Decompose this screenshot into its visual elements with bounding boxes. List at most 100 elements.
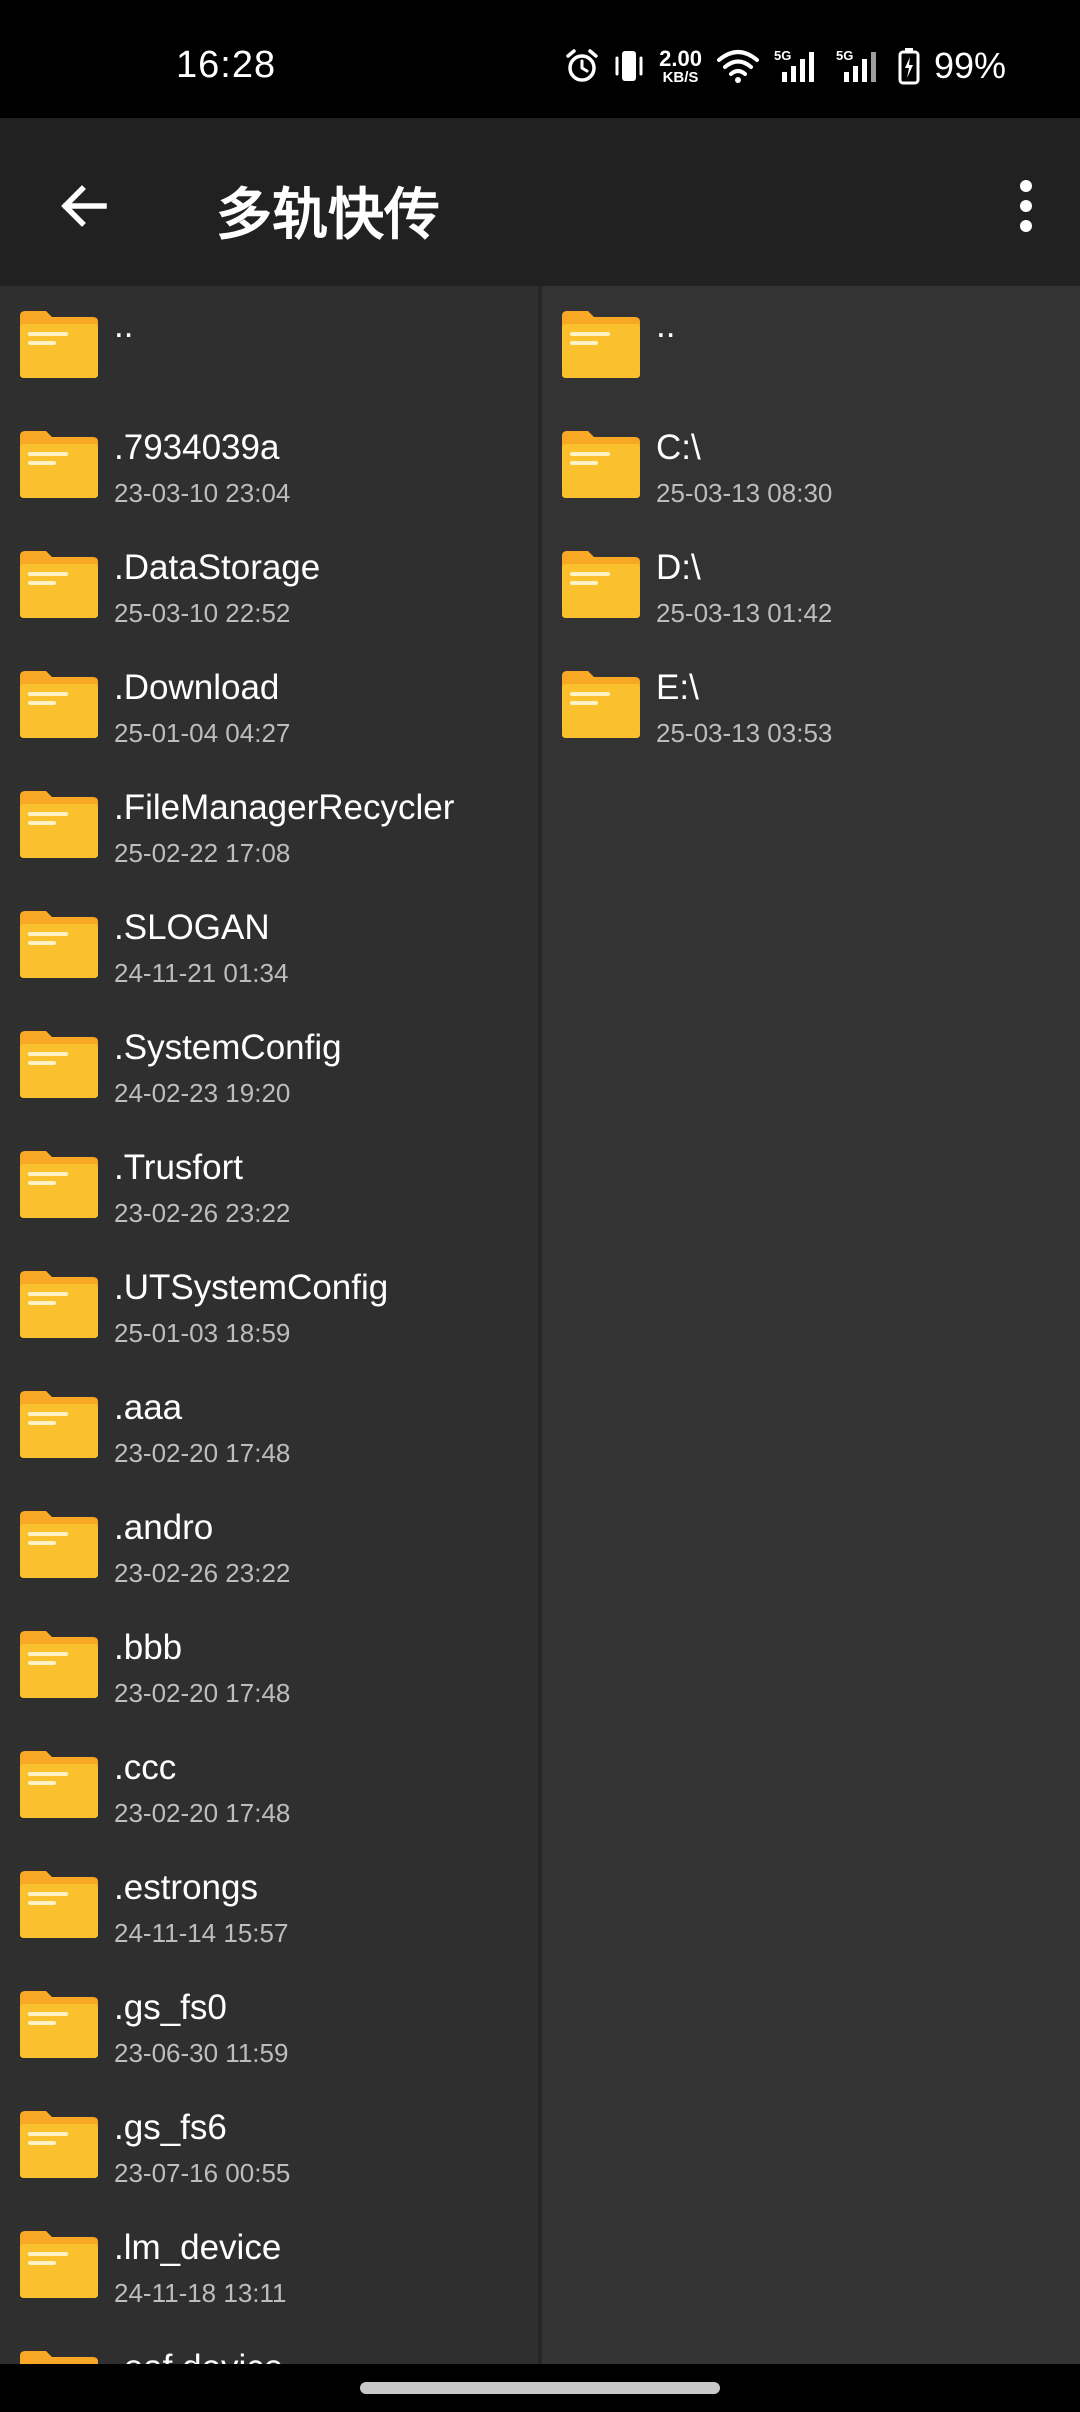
left-file-pane[interactable]: .. .7934039a 23-03-10 23:04 .DataStorage… <box>0 286 540 2364</box>
file-name: C:\ <box>656 428 701 467</box>
wifi-icon <box>716 48 760 84</box>
left-file-list: .. .7934039a 23-03-10 23:04 .DataStorage… <box>0 286 540 2364</box>
file-date: 23-02-20 17:48 <box>114 1438 291 1468</box>
file-name: .bbb <box>114 1628 183 1667</box>
file-list-item[interactable]: .SLOGAN 24-11-21 01:34 <box>0 886 540 1006</box>
file-date: 23-03-10 23:04 <box>114 478 291 508</box>
file-list-item[interactable]: .. <box>542 286 1080 406</box>
folder-icon <box>20 911 98 978</box>
navigation-bar <box>0 2364 1080 2412</box>
file-date: 25-03-13 01:42 <box>656 598 833 628</box>
file-name: .SLOGAN <box>114 908 270 947</box>
file-list-item[interactable]: .UTSystemConfig 25-01-03 18:59 <box>0 1246 540 1366</box>
file-list-item[interactable]: .andro 23-02-26 23:22 <box>0 1486 540 1606</box>
battery-charging-icon <box>898 47 920 85</box>
file-list-item[interactable]: .bbb 23-02-20 17:48 <box>0 1606 540 1726</box>
file-name: .andro <box>114 1508 214 1547</box>
folder-icon <box>562 551 640 618</box>
file-name: .. <box>656 306 676 345</box>
file-name: .. <box>114 306 134 345</box>
file-name: .7934039a <box>114 428 280 467</box>
file-list-item[interactable]: .DataStorage 25-03-10 22:52 <box>0 526 540 646</box>
more-vertical-icon <box>1020 180 1032 232</box>
file-date: 23-02-20 17:48 <box>114 1678 291 1708</box>
file-list-item[interactable]: .ccc 23-02-20 17:48 <box>0 1726 540 1846</box>
right-file-pane[interactable]: .. C:\ 25-03-13 08:30 D:\ 25-03-13 01:42… <box>542 286 1080 2364</box>
file-name: .lm_device <box>114 2228 282 2267</box>
file-name: .DataStorage <box>114 548 321 587</box>
folder-icon <box>20 2351 98 2364</box>
file-name: .aaa <box>114 1388 183 1427</box>
file-date: 23-02-20 17:48 <box>114 1798 291 1828</box>
file-list-item[interactable]: .. <box>0 286 540 406</box>
status-bar: 16:28 2.00 KB/S 5G 5G 99% <box>0 0 1080 118</box>
network-speed: 2.00 KB/S <box>659 45 702 85</box>
file-list-item[interactable]: .estrongs 24-11-14 15:57 <box>0 1846 540 1966</box>
svg-text:5G: 5G <box>774 48 791 63</box>
file-date: 25-01-03 18:59 <box>114 1318 291 1348</box>
file-date: 25-02-22 17:08 <box>114 838 291 868</box>
file-name: .UTSystemConfig <box>114 1268 389 1307</box>
folder-icon <box>20 551 98 618</box>
file-name: D:\ <box>656 548 701 587</box>
folder-icon <box>562 311 640 378</box>
right-file-list: .. C:\ 25-03-13 08:30 D:\ 25-03-13 01:42… <box>542 286 1080 766</box>
folder-icon <box>20 1631 98 1698</box>
app-bar: 多轨快传 <box>0 118 1080 286</box>
signal-icon: 5G <box>774 48 822 84</box>
file-list-item[interactable]: .gs_fs0 23-06-30 11:59 <box>0 1966 540 2086</box>
file-date: 24-11-14 15:57 <box>114 1918 289 1948</box>
folder-icon <box>20 1151 98 1218</box>
file-name: .Trusfort <box>114 1148 243 1187</box>
file-name: .Download <box>114 668 280 707</box>
file-date: 23-07-16 00:55 <box>114 2158 291 2188</box>
svg-text:5G: 5G <box>836 48 853 63</box>
file-date: 24-11-21 01:34 <box>114 958 289 988</box>
page-title: 多轨快传 <box>216 183 440 248</box>
folder-icon <box>20 1391 98 1458</box>
status-icons: 2.00 KB/S 5G 5G 99% <box>565 44 1006 88</box>
file-list-item[interactable]: .Trusfort 23-02-26 23:22 <box>0 1126 540 1246</box>
file-list-item[interactable]: D:\ 25-03-13 01:42 <box>542 526 1080 646</box>
file-name: .ccc <box>114 1748 177 1787</box>
folder-icon <box>20 1751 98 1818</box>
alarm-icon <box>565 48 599 84</box>
file-list-item[interactable]: .Download 25-01-04 04:27 <box>0 646 540 766</box>
home-gesture-handle[interactable] <box>360 2382 720 2394</box>
file-date: 25-03-10 22:52 <box>114 598 291 628</box>
file-list-item[interactable]: .aaa 23-02-20 17:48 <box>0 1366 540 1486</box>
folder-icon <box>20 311 98 378</box>
file-date: 23-02-26 23:22 <box>114 1198 291 1228</box>
status-time: 16:28 <box>176 44 277 86</box>
file-date: 23-06-30 11:59 <box>114 2038 289 2068</box>
file-list-item[interactable]: .FileManagerRecycler 25-02-22 17:08 <box>0 766 540 886</box>
file-date: 25-03-13 08:30 <box>656 478 833 508</box>
file-name: .gs_fs0 <box>114 1988 227 2027</box>
file-date: 25-01-04 04:27 <box>114 718 291 748</box>
speed-value: 2.00 <box>659 45 702 71</box>
file-name: .SystemConfig <box>114 1028 342 1067</box>
overflow-menu-button[interactable] <box>994 164 1058 248</box>
arrow-left-icon <box>61 185 107 227</box>
file-list-item[interactable]: .oaf device <box>0 2326 540 2364</box>
folder-icon <box>20 1031 98 1098</box>
vibrate-icon <box>613 48 645 84</box>
folder-icon <box>20 1271 98 1338</box>
file-list-item[interactable]: C:\ 25-03-13 08:30 <box>542 406 1080 526</box>
file-list-item[interactable]: .SystemConfig 24-02-23 19:20 <box>0 1006 540 1126</box>
folder-icon <box>20 2231 98 2298</box>
file-list-item[interactable]: .lm_device 24-11-18 13:11 <box>0 2206 540 2326</box>
folder-icon <box>562 431 640 498</box>
file-name: .gs_fs6 <box>114 2108 227 2147</box>
folder-icon <box>20 671 98 738</box>
back-button[interactable] <box>40 164 128 248</box>
folder-icon <box>20 2111 98 2178</box>
folder-icon <box>20 1991 98 2058</box>
file-list-item[interactable]: .gs_fs6 23-07-16 00:55 <box>0 2086 540 2206</box>
file-date: 25-03-13 03:53 <box>656 718 833 748</box>
file-date: 24-02-23 19:20 <box>114 1078 291 1108</box>
file-list-item[interactable]: .7934039a 23-03-10 23:04 <box>0 406 540 526</box>
file-name: .FileManagerRecycler <box>114 788 455 827</box>
file-date: 24-11-18 13:11 <box>114 2278 287 2308</box>
file-list-item[interactable]: E:\ 25-03-13 03:53 <box>542 646 1080 766</box>
